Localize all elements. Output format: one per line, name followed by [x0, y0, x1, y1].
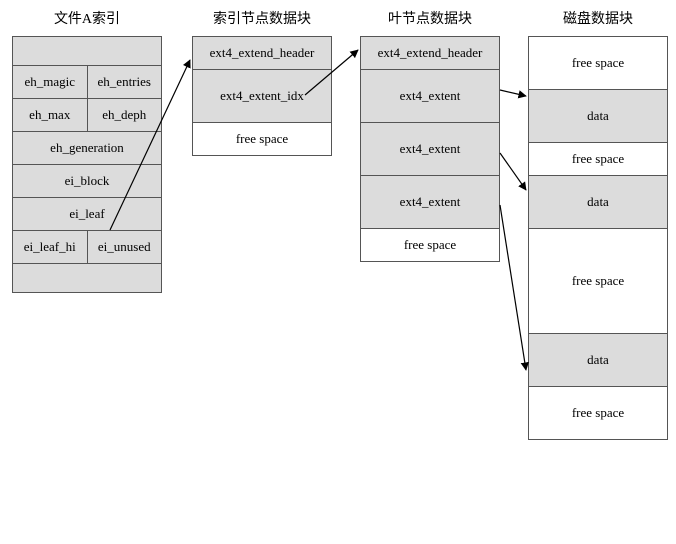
leaf-node-header-cell: ext4_extend_header	[361, 37, 499, 70]
disk-free-3-cell: free space	[529, 229, 667, 334]
disk-free-2-cell: free space	[529, 143, 667, 176]
leaf-extent-1-cell: ext4_extent	[361, 70, 499, 123]
arrow-ext3-to-data3	[500, 205, 526, 370]
disk-column: 磁盘数据块 free space data free space data fr…	[528, 8, 668, 440]
disk-data-3-cell: data	[529, 334, 667, 387]
arrow-ext2-to-data2	[500, 153, 526, 190]
index-node-idx-cell: ext4_extent_idx	[193, 70, 331, 123]
file-a-footer-blank	[13, 264, 161, 293]
index-node-header-cell: ext4_extend_header	[193, 37, 331, 70]
ei-leaf-cell: ei_leaf	[13, 198, 161, 231]
leaf-extent-2-cell: ext4_extent	[361, 123, 499, 176]
eh-max-cell: eh_max	[13, 99, 88, 132]
index-node-title: 索引节点数据块	[192, 8, 332, 28]
eh-magic-cell: eh_magic	[13, 66, 88, 99]
leaf-node-free-cell: free space	[361, 229, 499, 262]
eh-entries-cell: eh_entries	[88, 66, 162, 99]
disk-free-4-cell: free space	[529, 387, 667, 440]
eh-generation-cell: eh_generation	[13, 132, 161, 165]
file-a-title: 文件A索引	[12, 8, 162, 28]
index-node-table: ext4_extend_header ext4_extent_idx free …	[192, 36, 332, 156]
leaf-extent-3-cell: ext4_extent	[361, 176, 499, 229]
ei-leaf-hi-cell: ei_leaf_hi	[13, 231, 88, 264]
arrow-ext1-to-data1	[500, 90, 526, 96]
index-node-column: 索引节点数据块 ext4_extend_header ext4_extent_i…	[192, 8, 332, 156]
disk-table: free space data free space data free spa…	[528, 36, 668, 440]
file-a-index-column: 文件A索引 eh_magic eh_entries eh_max eh_deph…	[12, 8, 162, 293]
ei-block-cell: ei_block	[13, 165, 161, 198]
file-a-row-leafhi-unused: ei_leaf_hi ei_unused	[13, 231, 161, 264]
index-node-free-cell: free space	[193, 123, 331, 156]
ei-unused-cell: ei_unused	[88, 231, 162, 264]
disk-title: 磁盘数据块	[528, 8, 668, 28]
eh-deph-cell: eh_deph	[88, 99, 162, 132]
leaf-node-title: 叶节点数据块	[360, 8, 500, 28]
file-a-row-max-deph: eh_max eh_deph	[13, 99, 161, 132]
file-a-header-blank	[13, 37, 161, 66]
disk-data-1-cell: data	[529, 90, 667, 143]
disk-data-2-cell: data	[529, 176, 667, 229]
file-a-row-magic-entries: eh_magic eh_entries	[13, 66, 161, 99]
leaf-node-column: 叶节点数据块 ext4_extend_header ext4_extent ex…	[360, 8, 500, 262]
disk-free-1-cell: free space	[529, 37, 667, 90]
leaf-node-table: ext4_extend_header ext4_extent ext4_exte…	[360, 36, 500, 262]
file-a-table: eh_magic eh_entries eh_max eh_deph eh_ge…	[12, 36, 162, 293]
